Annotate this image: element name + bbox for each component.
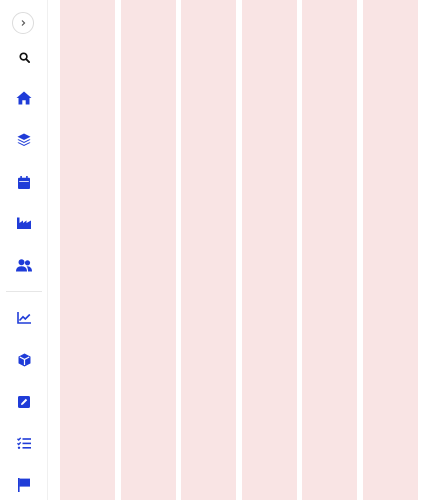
sidebar-toggle-button[interactable]	[12, 12, 34, 34]
sidebar-item-analytics[interactable]	[16, 310, 32, 326]
sidebar-item-edit[interactable]	[16, 394, 32, 410]
home-icon	[16, 91, 32, 105]
line-chart-icon	[17, 312, 31, 324]
sidebar	[0, 0, 48, 500]
box-icon	[18, 353, 31, 367]
sidebar-item-factory[interactable]	[16, 215, 32, 231]
sidebar-item-flag[interactable]	[16, 477, 32, 493]
calendar-icon	[18, 175, 30, 189]
board-column	[60, 0, 115, 500]
sidebar-item-home[interactable]	[16, 90, 32, 106]
flag-icon	[18, 478, 30, 492]
board-column	[242, 0, 297, 500]
checklist-icon	[17, 437, 31, 449]
factory-icon	[17, 217, 31, 229]
sidebar-item-users[interactable]	[16, 257, 32, 273]
board-column	[302, 0, 357, 500]
sidebar-item-calendar[interactable]	[16, 174, 32, 190]
layers-icon	[17, 133, 31, 147]
sidebar-item-search[interactable]	[16, 49, 32, 65]
board-column	[181, 0, 236, 500]
sidebar-item-products[interactable]	[16, 352, 32, 368]
chevron-right-icon	[19, 19, 27, 27]
users-icon	[16, 258, 32, 272]
board-column	[363, 0, 418, 500]
board-column	[121, 0, 176, 500]
edit-icon	[18, 396, 30, 408]
sidebar-divider	[6, 291, 42, 292]
search-icon	[18, 51, 30, 63]
sidebar-item-tasks[interactable]	[16, 435, 32, 451]
sidebar-item-layers[interactable]	[16, 132, 32, 148]
